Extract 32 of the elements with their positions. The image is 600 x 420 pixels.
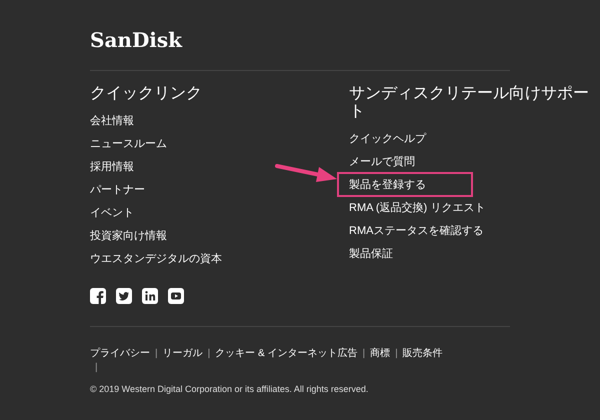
footer-link[interactable]: クイックヘルプ <box>349 132 426 146</box>
footer-link[interactable]: RMAステータスを確認する <box>349 224 484 238</box>
footer-link[interactable]: パートナー <box>90 182 145 196</box>
footer-link[interactable]: 販売条件 <box>402 347 443 361</box>
footer-link[interactable]: リーガル <box>162 347 203 361</box>
footer-link[interactable]: 会社情報 <box>90 114 134 128</box>
footer-link[interactable]: イベント <box>90 206 134 220</box>
footer-link[interactable]: 投資家向け情報 <box>90 228 167 242</box>
separator: | <box>394 347 399 361</box>
twitter-icon[interactable] <box>116 288 132 304</box>
separator: | <box>361 347 366 361</box>
column-heading: サンディスクリテール向けサポート <box>349 85 590 121</box>
footer-link[interactable]: クッキー & インターネット広告 <box>215 347 358 361</box>
linkedin-icon[interactable] <box>142 288 158 304</box>
sandisk-logo[interactable]: SanDisk <box>90 28 182 52</box>
footer-link[interactable]: 採用情報 <box>90 160 134 174</box>
footer-link[interactable]: 製品を登録する <box>349 178 426 192</box>
footer-link[interactable]: 製品保証 <box>349 246 393 260</box>
footer-link[interactable]: RMA (返品交換) リクエスト <box>349 200 486 214</box>
footer-link[interactable]: メールで質問 <box>349 154 415 168</box>
footer-link[interactable]: ウエスタンデジタルの資本 <box>90 252 222 266</box>
copyright-text: © 2019 Western Digital Corporation or its affiliates. All rights reserved. <box>90 383 368 396</box>
youtube-icon[interactable] <box>168 288 184 304</box>
footer-link[interactable]: ニュースルーム <box>90 136 167 150</box>
separator: | <box>94 361 99 375</box>
column-heading: クイックリンク <box>90 85 203 103</box>
footer-link[interactable]: プライバシー <box>90 347 150 361</box>
footer-link[interactable]: 商標 <box>370 347 390 361</box>
separator: | <box>206 347 212 361</box>
separator: | <box>154 347 159 361</box>
pointer-arrow-icon <box>275 163 339 183</box>
facebook-icon[interactable] <box>90 288 106 304</box>
